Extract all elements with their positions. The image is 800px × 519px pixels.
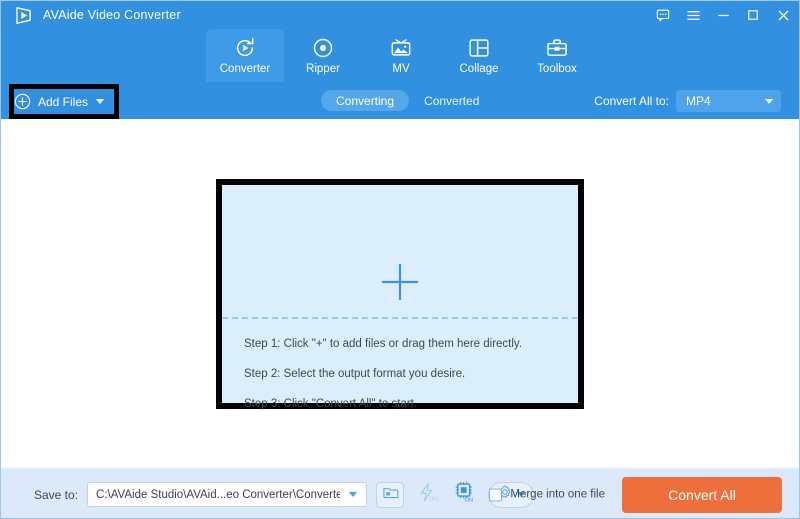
output-format-select[interactable]: MP4	[676, 90, 781, 112]
chevron-down-icon	[765, 98, 773, 104]
add-files-label: Add Files	[38, 94, 89, 109]
tab-mv[interactable]: MV	[362, 29, 440, 82]
hardware-acceleration-toggle[interactable]: OFF	[413, 482, 441, 508]
checkbox-box	[489, 488, 503, 501]
close-icon[interactable]	[775, 7, 791, 23]
status-filter-group: Converting Converted	[321, 90, 494, 111]
converter-icon	[233, 36, 257, 60]
toolbox-icon	[545, 36, 569, 60]
tab-mv-label: MV	[392, 63, 410, 75]
dropzone-divider	[222, 317, 578, 319]
tab-ripper-label: Ripper	[306, 63, 340, 75]
folder-icon	[382, 484, 399, 506]
mv-icon	[389, 36, 413, 60]
save-path-dropdown-button[interactable]	[340, 482, 368, 507]
main-content-area: Step 1: Click "+" to add files or drag t…	[1, 119, 799, 467]
module-tab-bar: Converter Ripper MV Collage Toolbox	[1, 29, 799, 82]
bottom-toolbar: Save to: C:\AVAide Studio\AVAid...eo Con…	[1, 467, 799, 518]
add-files-button[interactable]: Add Files	[14, 89, 114, 114]
tab-toolbox[interactable]: Toolbox	[518, 29, 596, 82]
collage-icon	[467, 36, 491, 60]
file-dropzone[interactable]: Step 1: Click "+" to add files or drag t…	[222, 185, 578, 410]
ripper-icon	[311, 36, 335, 60]
tab-toolbox-label: Toolbox	[537, 63, 577, 75]
sub-header-bar: Add Files Converting Converted Convert A…	[1, 82, 799, 119]
app-title: AVAide Video Converter	[43, 8, 181, 22]
save-path-value: C:\AVAide Studio\AVAid...eo Converter\Co…	[96, 488, 342, 501]
save-to-label: Save to:	[34, 487, 79, 502]
convert-all-button[interactable]: Convert All	[622, 476, 782, 513]
step-3-text: Step 3: Click "Convert All" to start.	[244, 398, 418, 410]
convert-all-to-group: Convert All to: MP4	[594, 90, 781, 112]
app-window: AVAide Video Converter Converter Ripper …	[0, 0, 800, 519]
tab-ripper[interactable]: Ripper	[284, 29, 362, 82]
minimize-icon[interactable]	[715, 7, 731, 23]
menu-icon[interactable]	[685, 7, 701, 23]
play-triangle-icon	[13, 5, 34, 26]
tab-collage[interactable]: Collage	[440, 29, 518, 82]
svg-text:OFF: OFF	[429, 496, 438, 502]
plus-icon[interactable]	[377, 259, 423, 305]
feedback-icon[interactable]	[655, 7, 671, 23]
tab-converter-label: Converter	[219, 63, 271, 75]
tab-converter[interactable]: Converter	[206, 29, 284, 82]
maximize-icon[interactable]	[745, 7, 761, 23]
chevron-down-icon	[349, 492, 358, 497]
output-format-value: MP4	[686, 94, 711, 108]
step-1-text: Step 1: Click "+" to add files or drag t…	[244, 338, 523, 350]
merge-into-one-file-checkbox[interactable]: Merge into one file	[489, 488, 605, 501]
save-path-input[interactable]: C:\AVAide Studio\AVAid...eo Converter\Co…	[87, 482, 342, 507]
window-controls	[655, 1, 791, 29]
merge-into-one-file-label: Merge into one file	[510, 488, 605, 501]
step-2-text: Step 2: Select the output format you des…	[244, 368, 466, 380]
app-logo: AVAide Video Converter	[1, 5, 181, 26]
tab-converting[interactable]: Converting	[321, 90, 410, 111]
dropzone-highlight-box: Step 1: Click "+" to add files or drag t…	[216, 179, 584, 410]
dropzone-steps: Step 1: Click "+" to add files or drag t…	[244, 337, 564, 427]
open-folder-button[interactable]	[376, 481, 405, 508]
gpu-acceleration-toggle[interactable]: ON	[450, 481, 478, 508]
lightning-off-icon: OFF	[416, 481, 441, 508]
tab-collage-label: Collage	[459, 63, 499, 75]
plus-circle-icon	[14, 93, 31, 110]
chevron-down-icon[interactable]	[96, 99, 105, 104]
convert-all-to-label: Convert All to:	[594, 94, 669, 108]
gpu-chip-on-icon: ON	[453, 481, 475, 508]
tab-converted[interactable]: Converted	[409, 90, 494, 111]
svg-text:ON: ON	[464, 497, 473, 503]
title-bar: AVAide Video Converter	[1, 1, 799, 29]
